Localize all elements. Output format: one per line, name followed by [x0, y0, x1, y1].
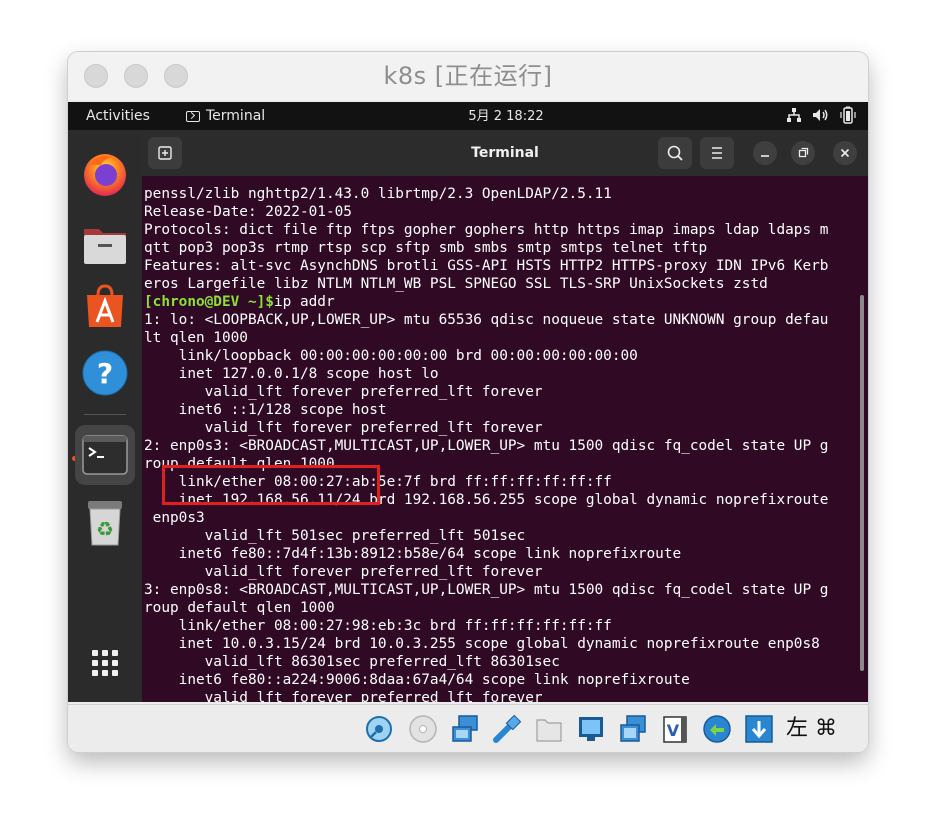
shared-folder-icon [536, 719, 562, 742]
display-indicator[interactable] [576, 714, 606, 744]
arrow-down-icon [745, 715, 773, 743]
dock-item-software[interactable] [75, 277, 135, 337]
usb-indicator[interactable] [492, 714, 522, 744]
close-icon [840, 148, 850, 158]
minimize-icon [761, 155, 769, 157]
dock-item-help[interactable]: ? [75, 342, 135, 402]
terminal-headerbar[interactable]: Terminal [142, 130, 868, 176]
volume-icon [813, 109, 828, 121]
ip-addr-output: 1: lo: <LOOPBACK,UP,LOWER_UP> mtu 65536 … [144, 312, 829, 702]
terminal-scrollbar[interactable] [860, 295, 864, 671]
vm-window-title: k8s [正在运行] [383, 62, 553, 90]
close-button[interactable] [833, 141, 857, 165]
recording-indicator[interactable] [702, 714, 732, 744]
vm-titlebar[interactable]: k8s [正在运行] [68, 52, 868, 100]
dock-item-trash[interactable]: ♻ [75, 493, 135, 553]
keyboard-capture-indicator[interactable] [744, 714, 774, 744]
firefox-icon [84, 154, 126, 196]
recording-icon [703, 715, 731, 743]
video-capture-indicator[interactable] [618, 714, 648, 744]
terminal-icon [82, 435, 128, 475]
optical-disk-icon [409, 715, 437, 743]
restore-icon [798, 147, 809, 158]
vm-window: k8s [正在运行] Activities Terminal 5月 2 18:2… [68, 52, 868, 752]
dock-item-files[interactable] [75, 213, 135, 273]
files-icon [84, 229, 126, 264]
search-button[interactable] [658, 137, 692, 169]
battery-icon [840, 106, 856, 124]
typed-command: ip addr [273, 294, 335, 310]
svg-text:V: V [667, 721, 680, 740]
shell-prompt: [chrono@DEV ~]$ [144, 294, 274, 310]
highlight-annotation [162, 465, 380, 505]
hard-disk-icon [366, 716, 392, 742]
trash-icon: ♻ [88, 501, 122, 546]
network-adapter-indicator[interactable] [450, 714, 480, 744]
svg-text:?: ? [97, 357, 113, 390]
vm-status-bar: V 左 ⌘ [68, 704, 868, 752]
maximize-button[interactable] [791, 141, 815, 165]
shared-folders-indicator[interactable] [534, 714, 564, 744]
search-icon [667, 145, 683, 161]
terminal-output[interactable]: penssl/zlib nghttp2/1.43.0 librtmp/2.3 O… [144, 185, 859, 702]
dock-item-firefox[interactable] [75, 143, 135, 203]
menu-button[interactable] [700, 137, 734, 169]
dock-item-show-apps[interactable] [75, 633, 135, 693]
hard-disk-indicator[interactable] [364, 714, 394, 744]
network-icon [787, 108, 801, 122]
app-grid-icon [92, 650, 118, 676]
help-icon: ? [82, 350, 128, 396]
video-capture-icon [620, 715, 646, 742]
minimize-button[interactable] [753, 141, 777, 165]
app-store-icon [87, 284, 123, 327]
system-tray[interactable] [786, 106, 856, 124]
gnome-top-bar: Activities Terminal 5月 2 18:22 [68, 102, 868, 130]
usb-icon [493, 714, 522, 743]
host-key-label[interactable]: 左 ⌘ [786, 713, 837, 745]
network-adapter-icon [452, 715, 478, 742]
dock: ? ♻ [68, 130, 142, 702]
clock[interactable]: 5月 2 18:22 [68, 102, 868, 132]
terminal-window[interactable]: Terminal penssl/zlib nghttp2/1.43.0 libr… [142, 130, 868, 702]
vrde-icon: V [663, 716, 687, 743]
svg-text:♻: ♻ [96, 517, 114, 541]
display-icon [579, 717, 603, 741]
terminal-scrollback: penssl/zlib nghttp2/1.43.0 librtmp/2.3 O… [144, 186, 829, 292]
optical-disk-indicator[interactable] [408, 714, 438, 744]
vrde-indicator[interactable]: V [660, 714, 690, 744]
hamburger-menu-icon [712, 147, 722, 159]
dock-item-terminal[interactable] [75, 425, 135, 485]
dock-divider [84, 414, 126, 415]
